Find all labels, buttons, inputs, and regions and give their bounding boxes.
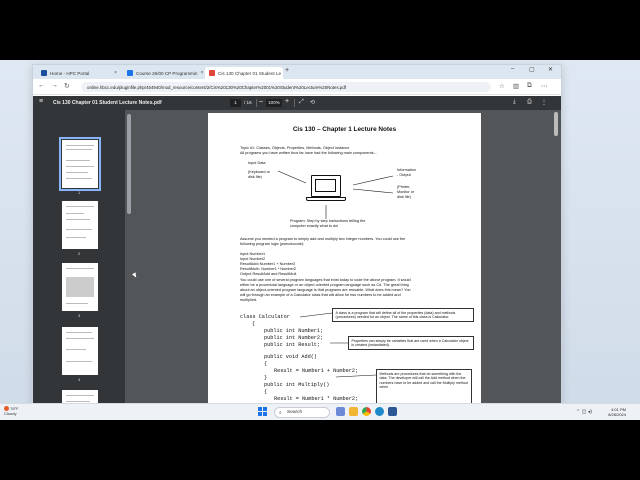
document-scrollbar[interactable] <box>554 112 558 136</box>
back-icon[interactable]: ← <box>38 82 45 89</box>
thumbnail-page-3[interactable] <box>62 263 98 311</box>
hamburger-menu-icon[interactable]: ≡ <box>39 98 43 105</box>
screen: Home - HPC Portal × Course 26/00 CP Prog… <box>0 60 640 420</box>
search-placeholder: Search <box>287 410 303 415</box>
callout-methods: Methods are procedures that do something… <box>376 369 472 405</box>
thumbnail-number: 3 <box>78 313 81 318</box>
more-vert-icon[interactable]: ⋮ <box>541 99 547 106</box>
assume-text: following program logic (pseudocode): <box>240 242 305 246</box>
tab-label: Home - HPC Portal <box>50 70 90 76</box>
star-icon[interactable]: ☆ <box>499 82 505 90</box>
address-bar[interactable]: online.hbcc.edu/pluginfile.php/454940/mo… <box>81 82 491 92</box>
zoom-level[interactable]: 100% <box>266 99 282 107</box>
divider <box>256 99 257 107</box>
thumbnail-page-4[interactable] <box>62 327 98 375</box>
date: 8/28/2024 <box>608 412 626 417</box>
pdf-page: Cis 130 – Chapter 1 Lecture Notes Topic … <box>208 113 481 405</box>
close-icon[interactable]: × <box>111 70 117 76</box>
task-view-icon[interactable] <box>336 407 345 416</box>
desktop: Home - HPC Portal × Course 26/00 CP Prog… <box>0 0 640 480</box>
thumbnail-number: 1 <box>78 190 81 195</box>
weather-widget[interactable]: 78°F Cloudy <box>4 406 19 416</box>
split-screen-icon[interactable]: ▥ <box>513 82 519 90</box>
edge-icon[interactable] <box>375 407 384 416</box>
diagram-program-label: computer exactly what to do! <box>290 224 339 228</box>
store-icon[interactable] <box>388 407 397 416</box>
reload-icon[interactable]: ↻ <box>64 82 70 90</box>
browser-window: Home - HPC Portal × Course 26/00 CP Prog… <box>32 64 562 405</box>
fit-page-icon[interactable]: ⤢ <box>299 99 304 106</box>
pdf-favicon-icon <box>209 70 215 76</box>
thumbnail-panel: 1 2 3 4 <box>33 110 125 405</box>
weather-temp: 78°F <box>10 406 19 411</box>
thumbnail-scrollbar[interactable] <box>127 114 131 214</box>
thumbnail-number: 2 <box>78 251 81 256</box>
course-favicon-icon <box>127 70 133 76</box>
menu-dots-icon[interactable]: ⋯ <box>541 82 548 90</box>
portal-favicon-icon <box>41 70 47 76</box>
zoom-out-icon[interactable]: – <box>259 98 263 105</box>
tab-course[interactable]: Course 26/00 CP Programmin × <box>123 67 203 79</box>
zoom-in-icon[interactable]: + <box>285 98 289 105</box>
print-icon[interactable]: ⎙ <box>527 99 532 106</box>
maximize-icon[interactable]: ▢ <box>529 66 535 73</box>
tab-hpc-portal[interactable]: Home - HPC Portal × <box>37 67 121 79</box>
minimize-icon[interactable]: – <box>511 66 514 72</box>
diagram-output-label: - Output <box>397 173 411 177</box>
paragraph-line: will go through an example of a Calculat… <box>240 293 401 297</box>
close-icon[interactable]: × <box>281 70 283 76</box>
pdf-filename: Cis 130 Chapter 01 Student Lecture Notes… <box>53 100 162 106</box>
page-number-input[interactable]: 1 <box>230 99 241 107</box>
diagram-arrows <box>277 170 394 219</box>
pseudocode-line: Output ResultAdd and ResultMult <box>240 272 297 276</box>
pdf-toolbar: ≡ Cis 130 Chapter 01 Student Lecture Not… <box>33 96 561 110</box>
tab-pdf[interactable]: Cis 130 Chapter 01 Student Le × <box>205 67 283 79</box>
close-window-icon[interactable]: ✕ <box>548 66 553 73</box>
download-icon[interactable]: ⤓ <box>513 99 516 106</box>
thumbnail-page-2[interactable] <box>62 201 98 249</box>
system-tray-icon[interactable]: ⌃ ◫ ◂) <box>576 409 592 415</box>
forward-icon[interactable]: → <box>51 82 58 89</box>
tab-strip: Home - HPC Portal × Course 26/00 CP Prog… <box>33 65 561 79</box>
address-toolbar: ← → ↻ online.hbcc.edu/pluginfile.php/454… <box>33 79 561 95</box>
search-icon: ⌕ <box>279 409 282 416</box>
page-total: / 16 <box>244 100 252 105</box>
thumbnail-page-1[interactable] <box>59 137 101 191</box>
collections-icon[interactable]: ⧉ <box>527 82 532 90</box>
chrome-icon[interactable] <box>362 407 371 416</box>
divider <box>294 99 295 107</box>
weather-desc: Cloudy <box>4 411 17 417</box>
close-icon[interactable]: × <box>197 70 203 76</box>
pdf-viewer: 1 2 3 4 Cis 130 – Chapter 1 Lecture Note… <box>33 110 561 405</box>
clock[interactable]: 4:01 PM 8/28/2024 <box>608 407 626 417</box>
tab-label: Course 26/00 CP Programmin <box>136 70 198 76</box>
tab-label: Cis 130 Chapter 01 Student Le <box>218 70 282 76</box>
taskbar: 78°F Cloudy ⌕ Search ⌃ ◫ ◂) 4:01 PM 8/28… <box>0 403 640 420</box>
rotate-icon[interactable]: ⟲ <box>310 99 315 106</box>
diagram-printer-label: disk file) <box>397 195 411 199</box>
start-icon[interactable] <box>258 407 267 416</box>
url-text: online.hbcc.edu/pluginfile.php/454940/mo… <box>87 84 346 90</box>
file-explorer-icon[interactable] <box>349 407 358 416</box>
callout-class: A class is a program that will define al… <box>332 308 474 323</box>
thumbnail-number: 4 <box>78 377 81 382</box>
callout-properties: Properties can simply be variables that … <box>348 336 474 351</box>
taskbar-search[interactable]: ⌕ Search <box>274 407 330 418</box>
new-tab-icon[interactable]: + <box>285 67 289 74</box>
